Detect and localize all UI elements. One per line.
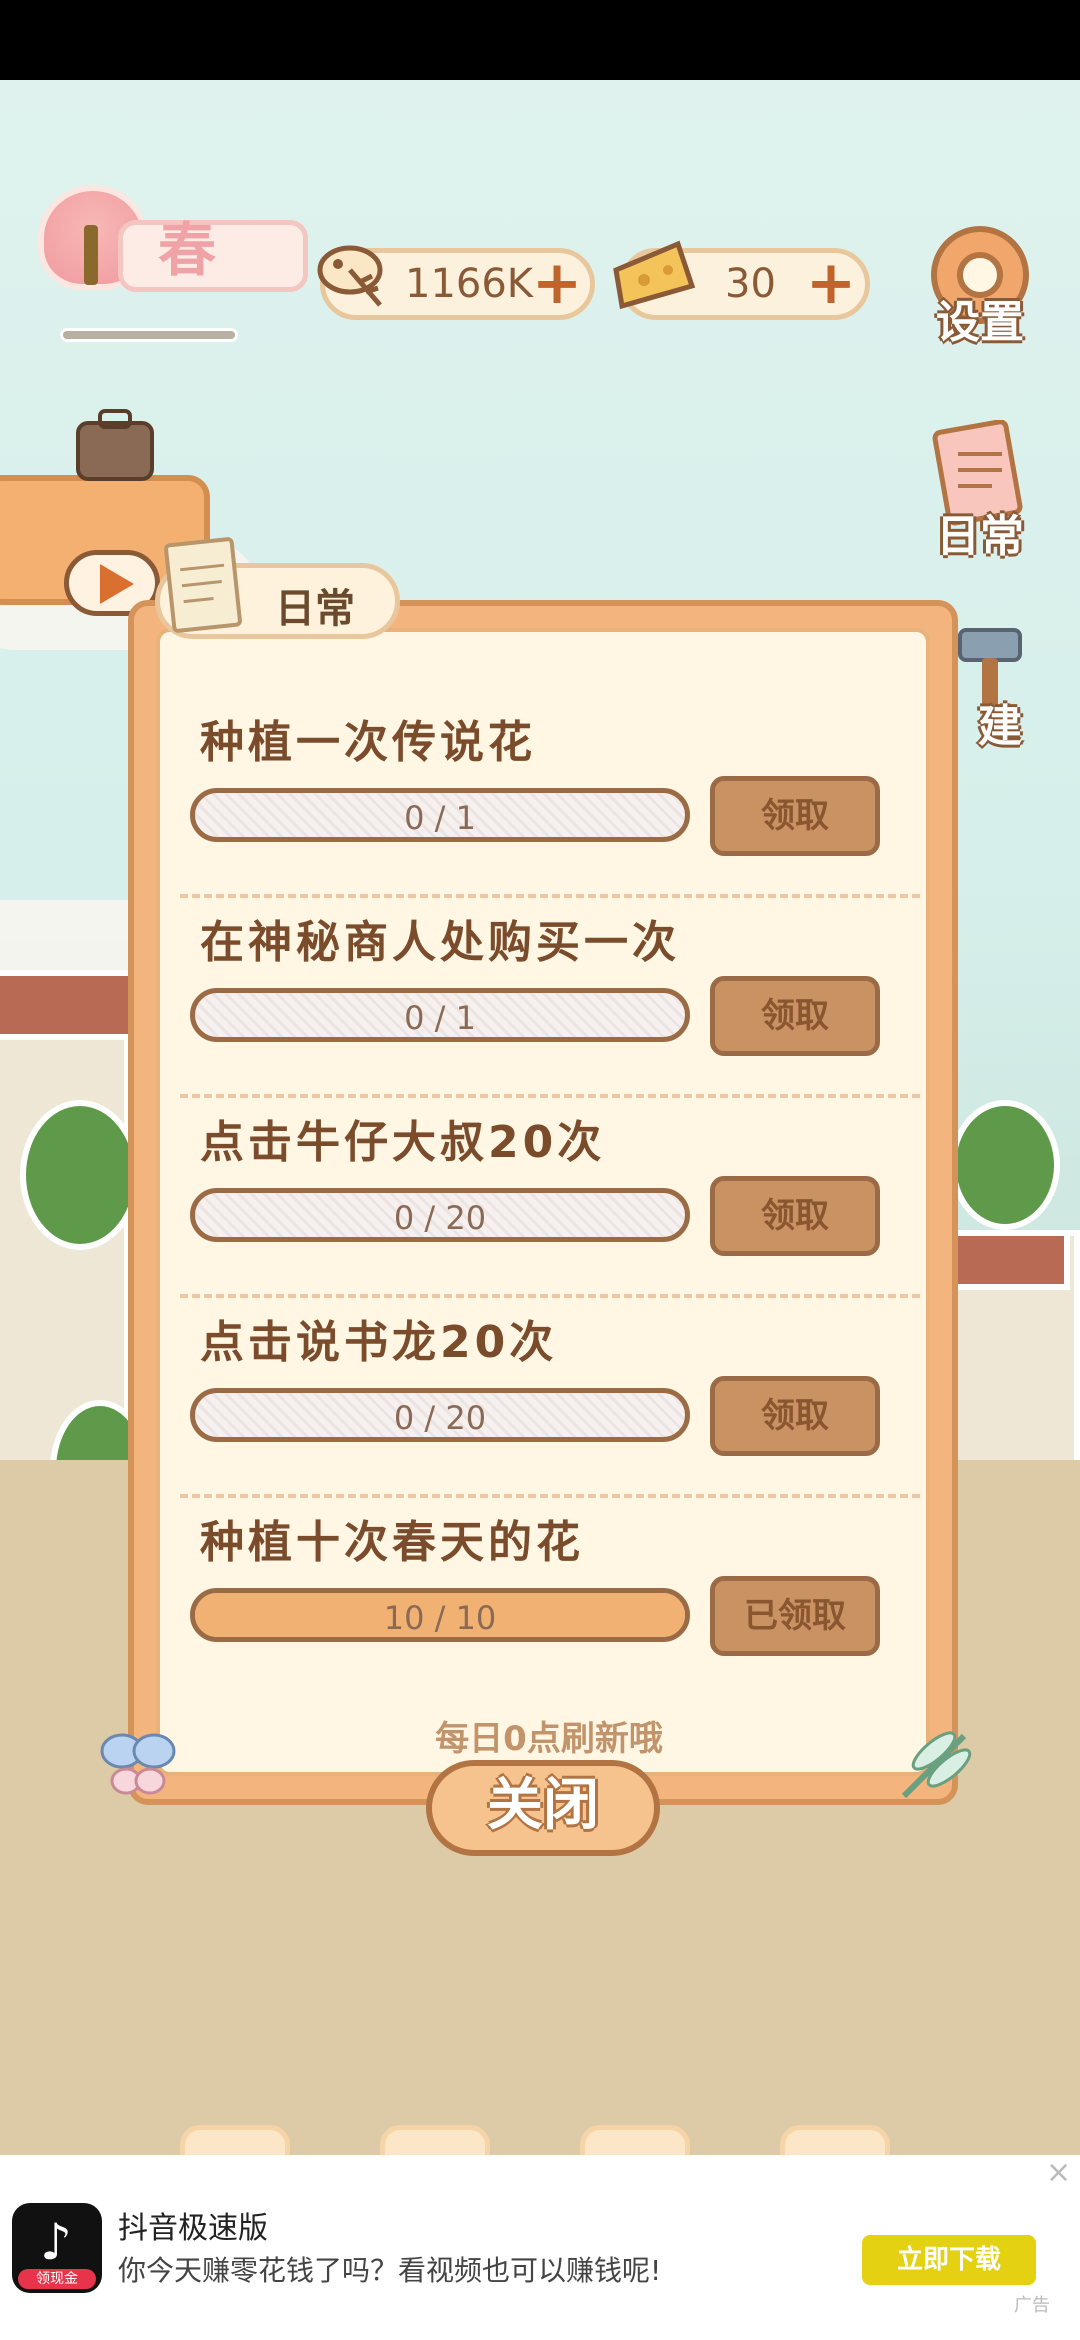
close-button[interactable]: 关闭 <box>426 1760 660 1856</box>
tree <box>950 1100 1060 1230</box>
task-divider <box>180 894 920 898</box>
cheese-icon <box>613 240 696 310</box>
task-progress-text: 0 / 1 <box>404 999 476 1037</box>
tree <box>20 1100 140 1250</box>
dragonfly-icon <box>901 1731 972 1799</box>
note-icon <box>163 536 243 634</box>
task-progress-text: 0 / 1 <box>404 799 476 837</box>
bottom-tab[interactable] <box>780 2125 890 2155</box>
add-cheese-button[interactable]: + <box>805 253 857 313</box>
task-progress-bar: 10 / 10 <box>190 1588 690 1642</box>
task-item: 点击牛仔大叔20次 0 / 20 领取 <box>180 1106 920 1306</box>
settings-button[interactable]: 设置 <box>920 220 1040 350</box>
ad-close-icon[interactable]: × <box>1046 2155 1071 2190</box>
settings-label: 设置 <box>936 297 1024 348</box>
task-divider <box>180 1294 920 1298</box>
build-button[interactable]: 建 <box>940 620 1060 760</box>
ad-logo-tag: 领现金 <box>18 2269 96 2289</box>
task-item: 种植一次传说花 0 / 1 领取 <box>180 706 920 906</box>
fish-amount: 1166K <box>405 261 534 307</box>
daily-label: 日常 <box>936 511 1024 562</box>
butterfly-icon <box>100 1733 176 1795</box>
ad-mark: 广告 <box>1014 2295 1050 2316</box>
bottom-tab[interactable] <box>180 2125 290 2155</box>
task-progress-bar: 0 / 1 <box>190 788 690 842</box>
tree-trunk <box>84 225 98 285</box>
season-progress-bar <box>60 328 238 342</box>
fishbone-icon <box>317 245 383 307</box>
ad-banner[interactable]: ♪ 领现金 抖音极速版 你今天赚零花钱了吗？看视频也可以赚钱呢! 立即下载 × … <box>0 2155 1080 2340</box>
task-divider <box>180 1094 920 1098</box>
bottom-tab-bar <box>0 2125 1080 2155</box>
claimed-button[interactable]: 已领取 <box>710 1576 880 1656</box>
season-badge[interactable]: 春 <box>38 185 308 295</box>
build-label: 建 <box>978 701 1022 752</box>
task-divider <box>180 1494 920 1498</box>
task-title: 点击说书龙20次 <box>200 1317 558 1368</box>
douyin-logo-icon: ♪ 领现金 <box>12 2203 102 2293</box>
task-title: 种植一次传说花 <box>200 717 536 768</box>
dialog-title: 日常 <box>275 586 355 632</box>
season-progress-fill <box>63 331 235 339</box>
season-label: 春 <box>158 216 217 284</box>
task-title: 点击牛仔大叔20次 <box>200 1117 606 1168</box>
refresh-note: 每日0点刷新哦 <box>435 1719 663 1759</box>
claim-button[interactable]: 领取 <box>710 976 880 1056</box>
claim-button[interactable]: 领取 <box>710 776 880 856</box>
roof <box>0 970 140 1040</box>
ad-text: 你今天赚零花钱了吗？看视频也可以赚钱呢! <box>118 2254 662 2287</box>
task-item: 点击说书龙20次 0 / 20 领取 <box>180 1306 920 1506</box>
task-progress-bar: 0 / 20 <box>190 1188 690 1242</box>
task-progress-bar: 0 / 1 <box>190 988 690 1042</box>
cheese-amount: 30 <box>725 261 776 307</box>
claim-button[interactable]: 领取 <box>710 1376 880 1456</box>
status-bar <box>0 0 1080 80</box>
task-item: 在神秘商人处购买一次 0 / 1 领取 <box>180 906 920 1106</box>
task-title: 种植十次春天的花 <box>200 1517 584 1568</box>
task-title: 在神秘商人处购买一次 <box>200 917 680 968</box>
daily-tasks-dialog: 种植一次传说花 0 / 1 领取 在神秘商人处购买一次 0 / 1 领取 点击牛… <box>100 600 972 1805</box>
suitcase-icon <box>76 409 154 481</box>
task-progress-bar: 0 / 20 <box>190 1388 690 1442</box>
claim-button[interactable]: 领取 <box>710 1176 880 1256</box>
ad-title: 抖音极速版 <box>118 2211 268 2246</box>
play-icon <box>100 564 134 604</box>
task-progress-text: 0 / 20 <box>393 1199 487 1237</box>
bottom-tab[interactable] <box>380 2125 490 2155</box>
task-progress-text: 0 / 20 <box>393 1399 487 1437</box>
ad-download-button[interactable]: 立即下载 <box>862 2235 1036 2285</box>
daily-button[interactable]: 日常 <box>920 419 1040 562</box>
bottom-tab[interactable] <box>580 2125 690 2155</box>
music-note-icon: ♪ <box>40 2213 72 2271</box>
task-progress-text: 10 / 10 <box>383 1599 497 1637</box>
add-fish-button[interactable]: + <box>531 253 583 313</box>
task-item: 种植十次春天的花 10 / 10 已领取 <box>180 1506 920 1706</box>
